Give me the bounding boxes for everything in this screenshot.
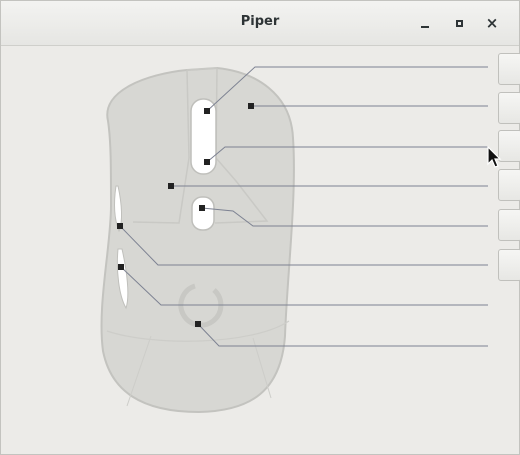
dpi-button-hotspot[interactable] [199, 205, 205, 211]
middle-button-hotspot[interactable] [204, 108, 210, 114]
title-bar[interactable]: Piper × [1, 1, 519, 46]
side-back-hotspot[interactable] [118, 264, 124, 270]
close-icon: × [485, 13, 499, 32]
window-title: Piper [240, 14, 280, 29]
minimize-button[interactable] [415, 13, 435, 33]
right-button-hotspot[interactable] [248, 103, 254, 109]
mouse-map-area [1, 46, 520, 454]
minimize-icon [421, 26, 429, 28]
scroll-wheel [190, 98, 217, 175]
maximize-icon [455, 19, 463, 27]
scroll-down-hotspot[interactable] [204, 159, 210, 165]
mouse-diagram [100, 66, 488, 414]
left-button-hotspot[interactable] [168, 183, 174, 189]
binding-button-4[interactable] [498, 169, 520, 201]
dpi-button [191, 196, 215, 231]
binding-button-5[interactable] [498, 209, 520, 241]
side-forward-hotspot[interactable] [117, 223, 123, 229]
binding-button-2[interactable] [498, 92, 520, 124]
binding-button-1[interactable] [498, 53, 520, 85]
app-window: Piper × [0, 0, 520, 455]
bottom-sensor-hotspot[interactable] [195, 321, 201, 327]
binding-button-6[interactable] [498, 249, 520, 281]
close-button[interactable]: × [482, 13, 502, 33]
mouse-pointer-icon [487, 146, 502, 168]
maximize-button[interactable] [449, 13, 469, 33]
